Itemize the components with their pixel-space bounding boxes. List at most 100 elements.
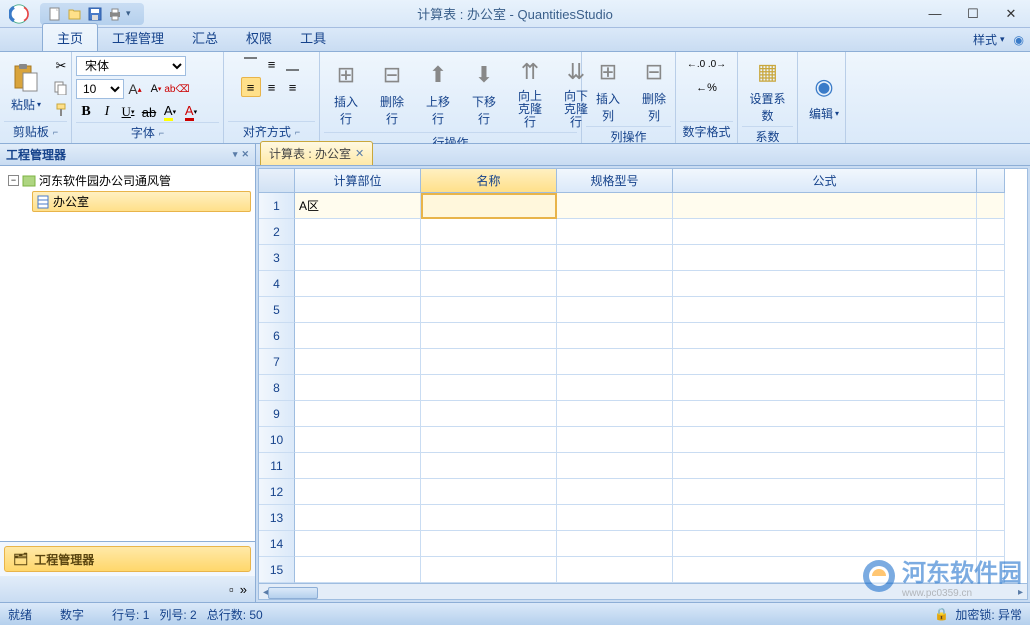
grid-cell[interactable] — [295, 297, 421, 323]
grid-cell[interactable] — [295, 479, 421, 505]
grid-cell[interactable] — [421, 479, 557, 505]
col-header[interactable]: 规格型号 — [557, 169, 673, 193]
delete-row-button[interactable]: ⊟删除行 — [370, 57, 414, 129]
sidebar-panel-button[interactable]: 🗂 工程管理器 — [4, 546, 251, 572]
grid-cell[interactable] — [977, 245, 1005, 271]
grid-cell[interactable] — [673, 193, 977, 219]
font-size-select[interactable]: 10 — [76, 79, 124, 99]
insert-col-button[interactable]: ⊞插入列 — [586, 54, 630, 126]
grid-cell[interactable] — [557, 557, 673, 583]
strike-button[interactable]: ab — [139, 102, 159, 122]
grid-cell[interactable] — [673, 557, 977, 583]
format-painter-icon[interactable] — [50, 100, 72, 120]
grid-cell[interactable] — [295, 349, 421, 375]
scroll-thumb[interactable] — [268, 587, 318, 599]
edit-button[interactable]: ◉编辑▾ — [802, 69, 846, 124]
row-header[interactable]: 1 — [259, 193, 295, 219]
grid-cell[interactable] — [557, 271, 673, 297]
row-header[interactable]: 5 — [259, 297, 295, 323]
grid-cell[interactable] — [421, 453, 557, 479]
paste-button[interactable]: 粘贴▾ — [4, 60, 48, 115]
grid-cell[interactable] — [673, 479, 977, 505]
grid-cell[interactable] — [673, 323, 977, 349]
insert-row-button[interactable]: ⊞插入行 — [324, 57, 368, 129]
grid-cell[interactable] — [295, 531, 421, 557]
set-coef-button[interactable]: ▦设置系数 — [742, 54, 793, 126]
delete-col-button[interactable]: ⊟删除列 — [632, 54, 676, 126]
col-header[interactable]: 名称 — [421, 169, 557, 193]
grid-cell[interactable] — [557, 427, 673, 453]
grid-cell[interactable] — [295, 323, 421, 349]
grid-cell[interactable] — [977, 401, 1005, 427]
row-header[interactable]: 10 — [259, 427, 295, 453]
movedown-row-button[interactable]: ⬇下移行 — [462, 57, 506, 129]
copy-icon[interactable] — [50, 78, 72, 98]
grid-cell[interactable] — [295, 427, 421, 453]
row-header[interactable]: 6 — [259, 323, 295, 349]
tab-project[interactable]: 工程管理 — [98, 24, 178, 51]
grid-cell[interactable] — [295, 245, 421, 271]
bold-button[interactable]: B — [76, 102, 96, 122]
shrink-font-icon[interactable]: A▾ — [146, 79, 166, 99]
tree-collapse-icon[interactable]: − — [8, 175, 19, 186]
scroll-right-icon[interactable]: ▸ — [1018, 587, 1023, 598]
grid-cell[interactable] — [977, 479, 1005, 505]
grid-cell[interactable] — [421, 375, 557, 401]
sidebar-close-icon[interactable]: ✕ — [241, 149, 249, 160]
cut-icon[interactable]: ✂ — [50, 56, 72, 76]
grid-cell[interactable] — [557, 479, 673, 505]
align-top-icon[interactable]: ⎺ — [241, 54, 261, 74]
tab-home[interactable]: 主页 — [42, 23, 98, 51]
font-name-select[interactable]: 宋体 — [76, 56, 186, 76]
grid-cell[interactable] — [557, 453, 673, 479]
grid-cell[interactable] — [977, 453, 1005, 479]
grid-cell[interactable] — [421, 271, 557, 297]
underline-button[interactable]: U▾ — [118, 102, 138, 122]
grid-cell[interactable] — [557, 349, 673, 375]
qat-dropdown-icon[interactable]: ▾ — [126, 8, 138, 19]
grid-cell[interactable] — [421, 219, 557, 245]
italic-button[interactable]: I — [97, 102, 117, 122]
row-header[interactable]: 7 — [259, 349, 295, 375]
row-header[interactable]: 12 — [259, 479, 295, 505]
tab-close-icon[interactable]: ✕ — [355, 147, 364, 160]
grid-cell[interactable] — [557, 297, 673, 323]
align-left-icon[interactable]: ≡ — [241, 77, 261, 97]
open-file-icon[interactable] — [66, 5, 84, 23]
grid-cell[interactable] — [673, 219, 977, 245]
grid-cell[interactable] — [295, 219, 421, 245]
grid-cell[interactable] — [977, 531, 1005, 557]
expand-icon[interactable]: ⌐ — [295, 127, 300, 137]
grid-cell[interactable] — [673, 427, 977, 453]
col-header[interactable]: 计算部位 — [295, 169, 421, 193]
clone-up-button[interactable]: ⇈向上 克隆行 — [508, 54, 552, 132]
grid-cell[interactable] — [673, 245, 977, 271]
help-icon[interactable]: ◉ — [1014, 33, 1024, 47]
grid-cell[interactable] — [421, 427, 557, 453]
grid-cell[interactable] — [977, 375, 1005, 401]
grid-cell[interactable] — [421, 245, 557, 271]
row-header[interactable]: 3 — [259, 245, 295, 271]
moveup-row-button[interactable]: ⬆上移行 — [416, 57, 460, 129]
grid-cell[interactable] — [295, 271, 421, 297]
grid-cell[interactable] — [673, 297, 977, 323]
font-color-icon[interactable]: A▾ — [181, 102, 201, 122]
align-right-icon[interactable]: ≡ — [283, 77, 303, 97]
grid-cell[interactable] — [977, 557, 1005, 583]
grid-cell[interactable] — [421, 297, 557, 323]
expand-icon[interactable]: ⌐ — [159, 128, 164, 138]
grid-cell[interactable] — [557, 401, 673, 427]
app-icon[interactable] — [4, 2, 34, 26]
grid-cell[interactable] — [557, 375, 673, 401]
clear-format-icon[interactable]: ab⌫ — [167, 79, 187, 99]
grid-cell[interactable] — [673, 375, 977, 401]
grid-cell[interactable] — [557, 219, 673, 245]
grid-cell[interactable] — [673, 453, 977, 479]
grid-cell[interactable] — [295, 505, 421, 531]
grid-cell[interactable] — [977, 427, 1005, 453]
grid-cell[interactable] — [673, 349, 977, 375]
sidebar-opt1-icon[interactable]: ▫ — [229, 582, 234, 597]
row-header[interactable]: 13 — [259, 505, 295, 531]
row-header[interactable]: 14 — [259, 531, 295, 557]
tab-permission[interactable]: 权限 — [232, 24, 286, 51]
